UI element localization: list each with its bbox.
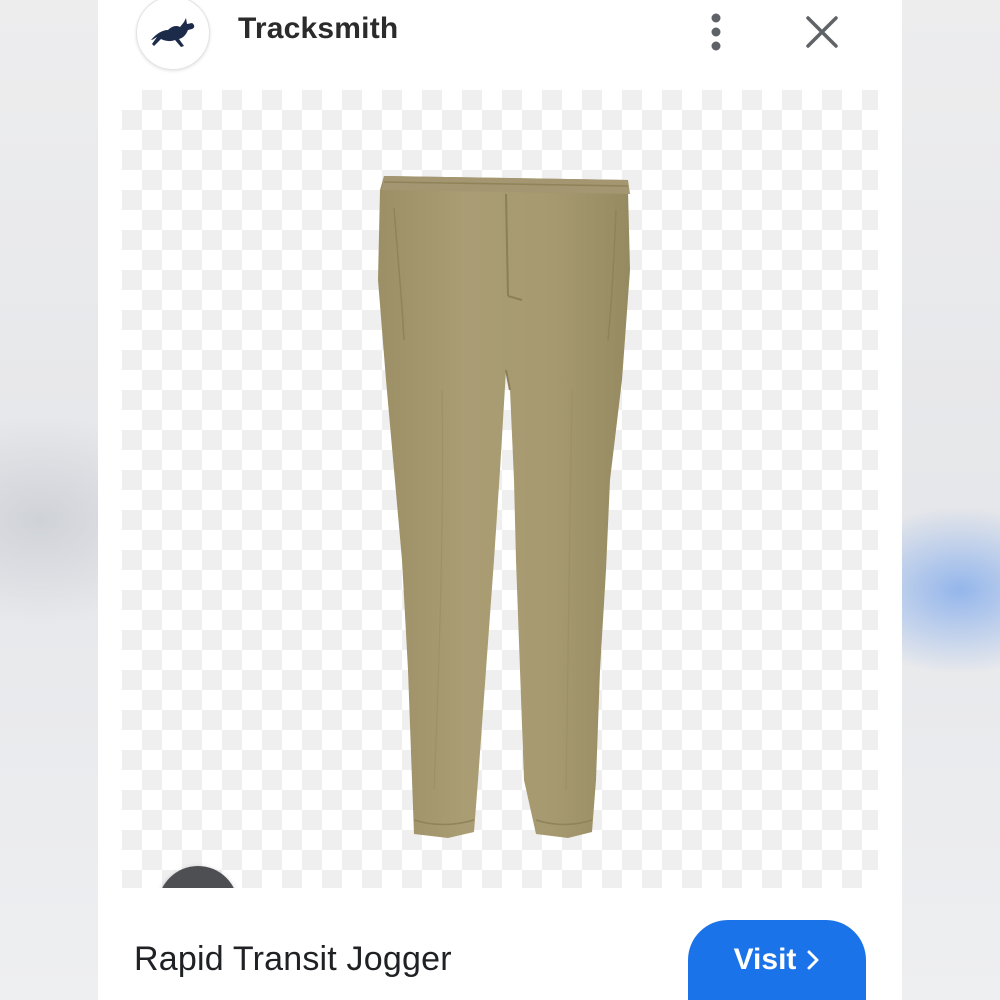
preview-header: Tracksmith (98, 0, 902, 80)
product-title[interactable]: Rapid Transit Jogger (134, 940, 452, 979)
site-name[interactable]: Tracksmith (238, 12, 398, 46)
more-options-button[interactable] (696, 10, 736, 54)
visit-button[interactable]: Visit (688, 920, 866, 1000)
jogger-pants-image (378, 176, 630, 838)
close-icon (806, 16, 838, 48)
product-image[interactable] (122, 90, 878, 888)
visit-button-label: Visit (733, 943, 797, 976)
more-vert-icon (711, 13, 721, 51)
google-lens-icon (178, 886, 218, 888)
running-hare-icon (151, 18, 195, 47)
site-logo[interactable] (136, 0, 210, 70)
chevron-right-icon (806, 949, 820, 971)
image-preview-card: Tracksmith Rapid Transit Jogger Visit (98, 0, 902, 1000)
close-button[interactable] (798, 8, 846, 56)
